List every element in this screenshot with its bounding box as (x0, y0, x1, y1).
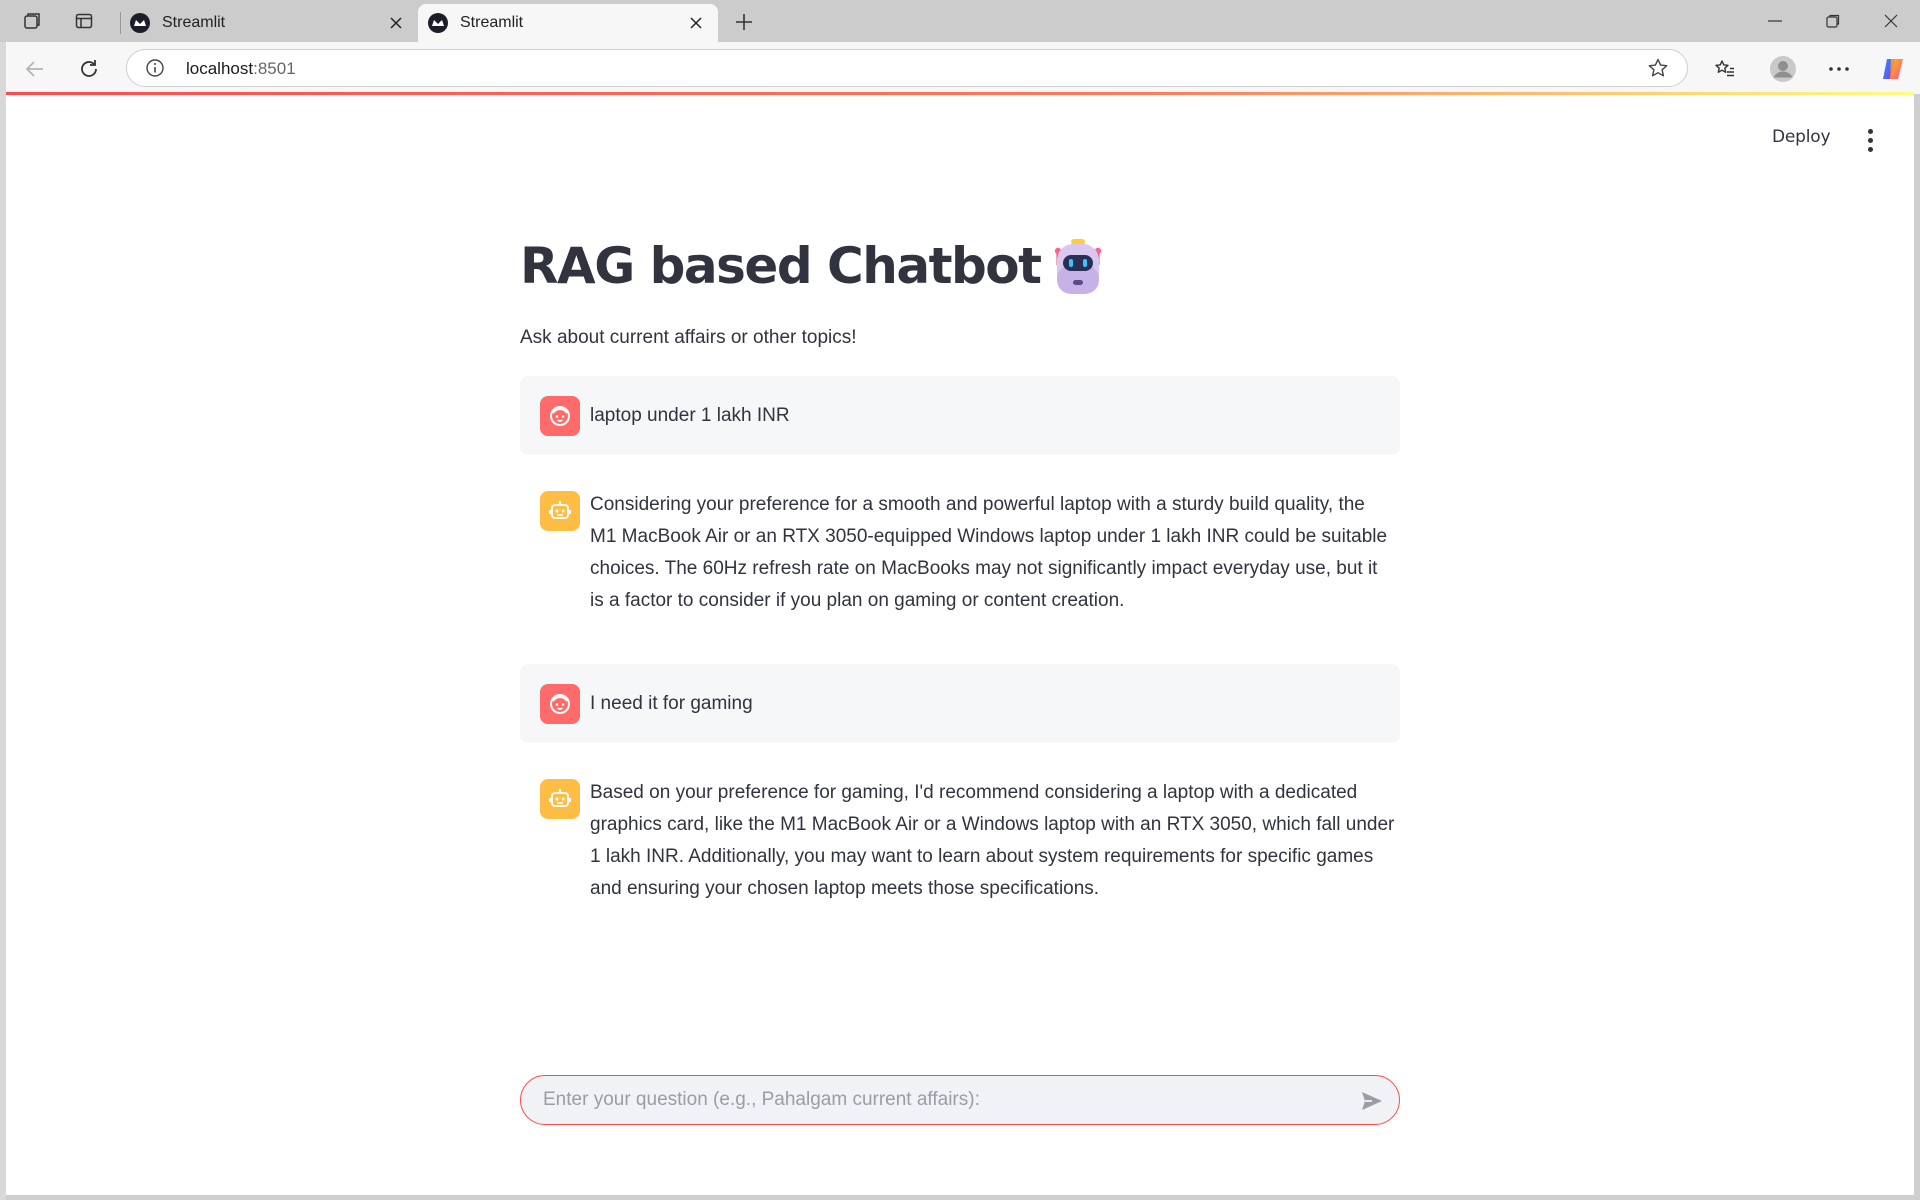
tab-title: Streamlit (460, 14, 524, 31)
deploy-button[interactable]: Deploy (1772, 127, 1831, 153)
user-avatar-icon (540, 684, 580, 724)
page-title-text: RAG based Chatbot (520, 237, 1042, 295)
robot-emoji-icon (1054, 239, 1101, 294)
tab-streamlit-2[interactable]: Streamlit (418, 4, 718, 42)
message-text: laptop under 1 lakh INR (590, 405, 790, 426)
url-port: :8501 (253, 59, 296, 78)
browser-tab-strip: Streamlit Streamlit (0, 0, 1920, 42)
url-host: localhost (186, 59, 254, 78)
streamlit-favicon-icon (130, 13, 150, 33)
new-tab-plus-icon[interactable] (730, 8, 758, 36)
chat-input-field[interactable] (541, 1076, 1341, 1124)
send-icon[interactable] (1359, 1088, 1385, 1114)
chat-input-container (520, 1075, 1400, 1125)
message-text: Based on your preference for gaming, I'd… (590, 782, 1395, 899)
message-text: Considering your preference for a smooth… (590, 494, 1388, 611)
streamlit-favicon-icon (428, 13, 448, 33)
chat-message-user: I need it for gaming (520, 664, 1400, 743)
site-info-icon[interactable] (145, 58, 165, 78)
minimize-icon[interactable] (1752, 6, 1798, 36)
tab-title: Streamlit (162, 14, 226, 31)
user-avatar-icon (540, 396, 580, 436)
tab-streamlit-1[interactable]: Streamlit (120, 4, 418, 42)
favorites-icon[interactable] (1708, 52, 1742, 86)
chat-message-assistant: Based on your preference for gaming, I'd… (520, 760, 1400, 1000)
assistant-avatar-icon (540, 491, 580, 531)
settings-more-icon[interactable] (1822, 52, 1856, 86)
main-menu-icon[interactable] (1862, 125, 1878, 155)
reload-icon[interactable] (72, 52, 106, 86)
url-text: localhost:8501 (186, 59, 296, 79)
page-subtitle: Ask about current affairs or other topic… (520, 327, 857, 348)
assistant-avatar-icon (540, 779, 580, 819)
chat-message-user: laptop under 1 lakh INR (520, 376, 1400, 455)
browser-toolbar: localhost:8501 (0, 42, 1920, 94)
page-title: RAG based Chatbot (520, 235, 1107, 297)
back-arrow-icon[interactable] (18, 52, 52, 86)
favorite-star-icon[interactable] (1647, 57, 1669, 79)
close-tab-icon[interactable] (386, 13, 406, 33)
workspaces-icon[interactable] (18, 8, 46, 34)
message-text: I need it for gaming (590, 693, 753, 714)
copilot-icon[interactable] (1876, 52, 1910, 86)
address-bar[interactable]: localhost:8501 (126, 49, 1688, 87)
streamlit-app: Deploy RAG based Chatbot Ask about curre… (6, 95, 1914, 1195)
window-edge (0, 42, 6, 1200)
profile-avatar-icon[interactable] (1766, 52, 1800, 86)
restore-icon[interactable] (1810, 6, 1856, 36)
vertical-tabs-icon[interactable] (70, 8, 98, 34)
close-tab-icon[interactable] (686, 13, 706, 33)
close-window-icon[interactable] (1868, 6, 1914, 36)
